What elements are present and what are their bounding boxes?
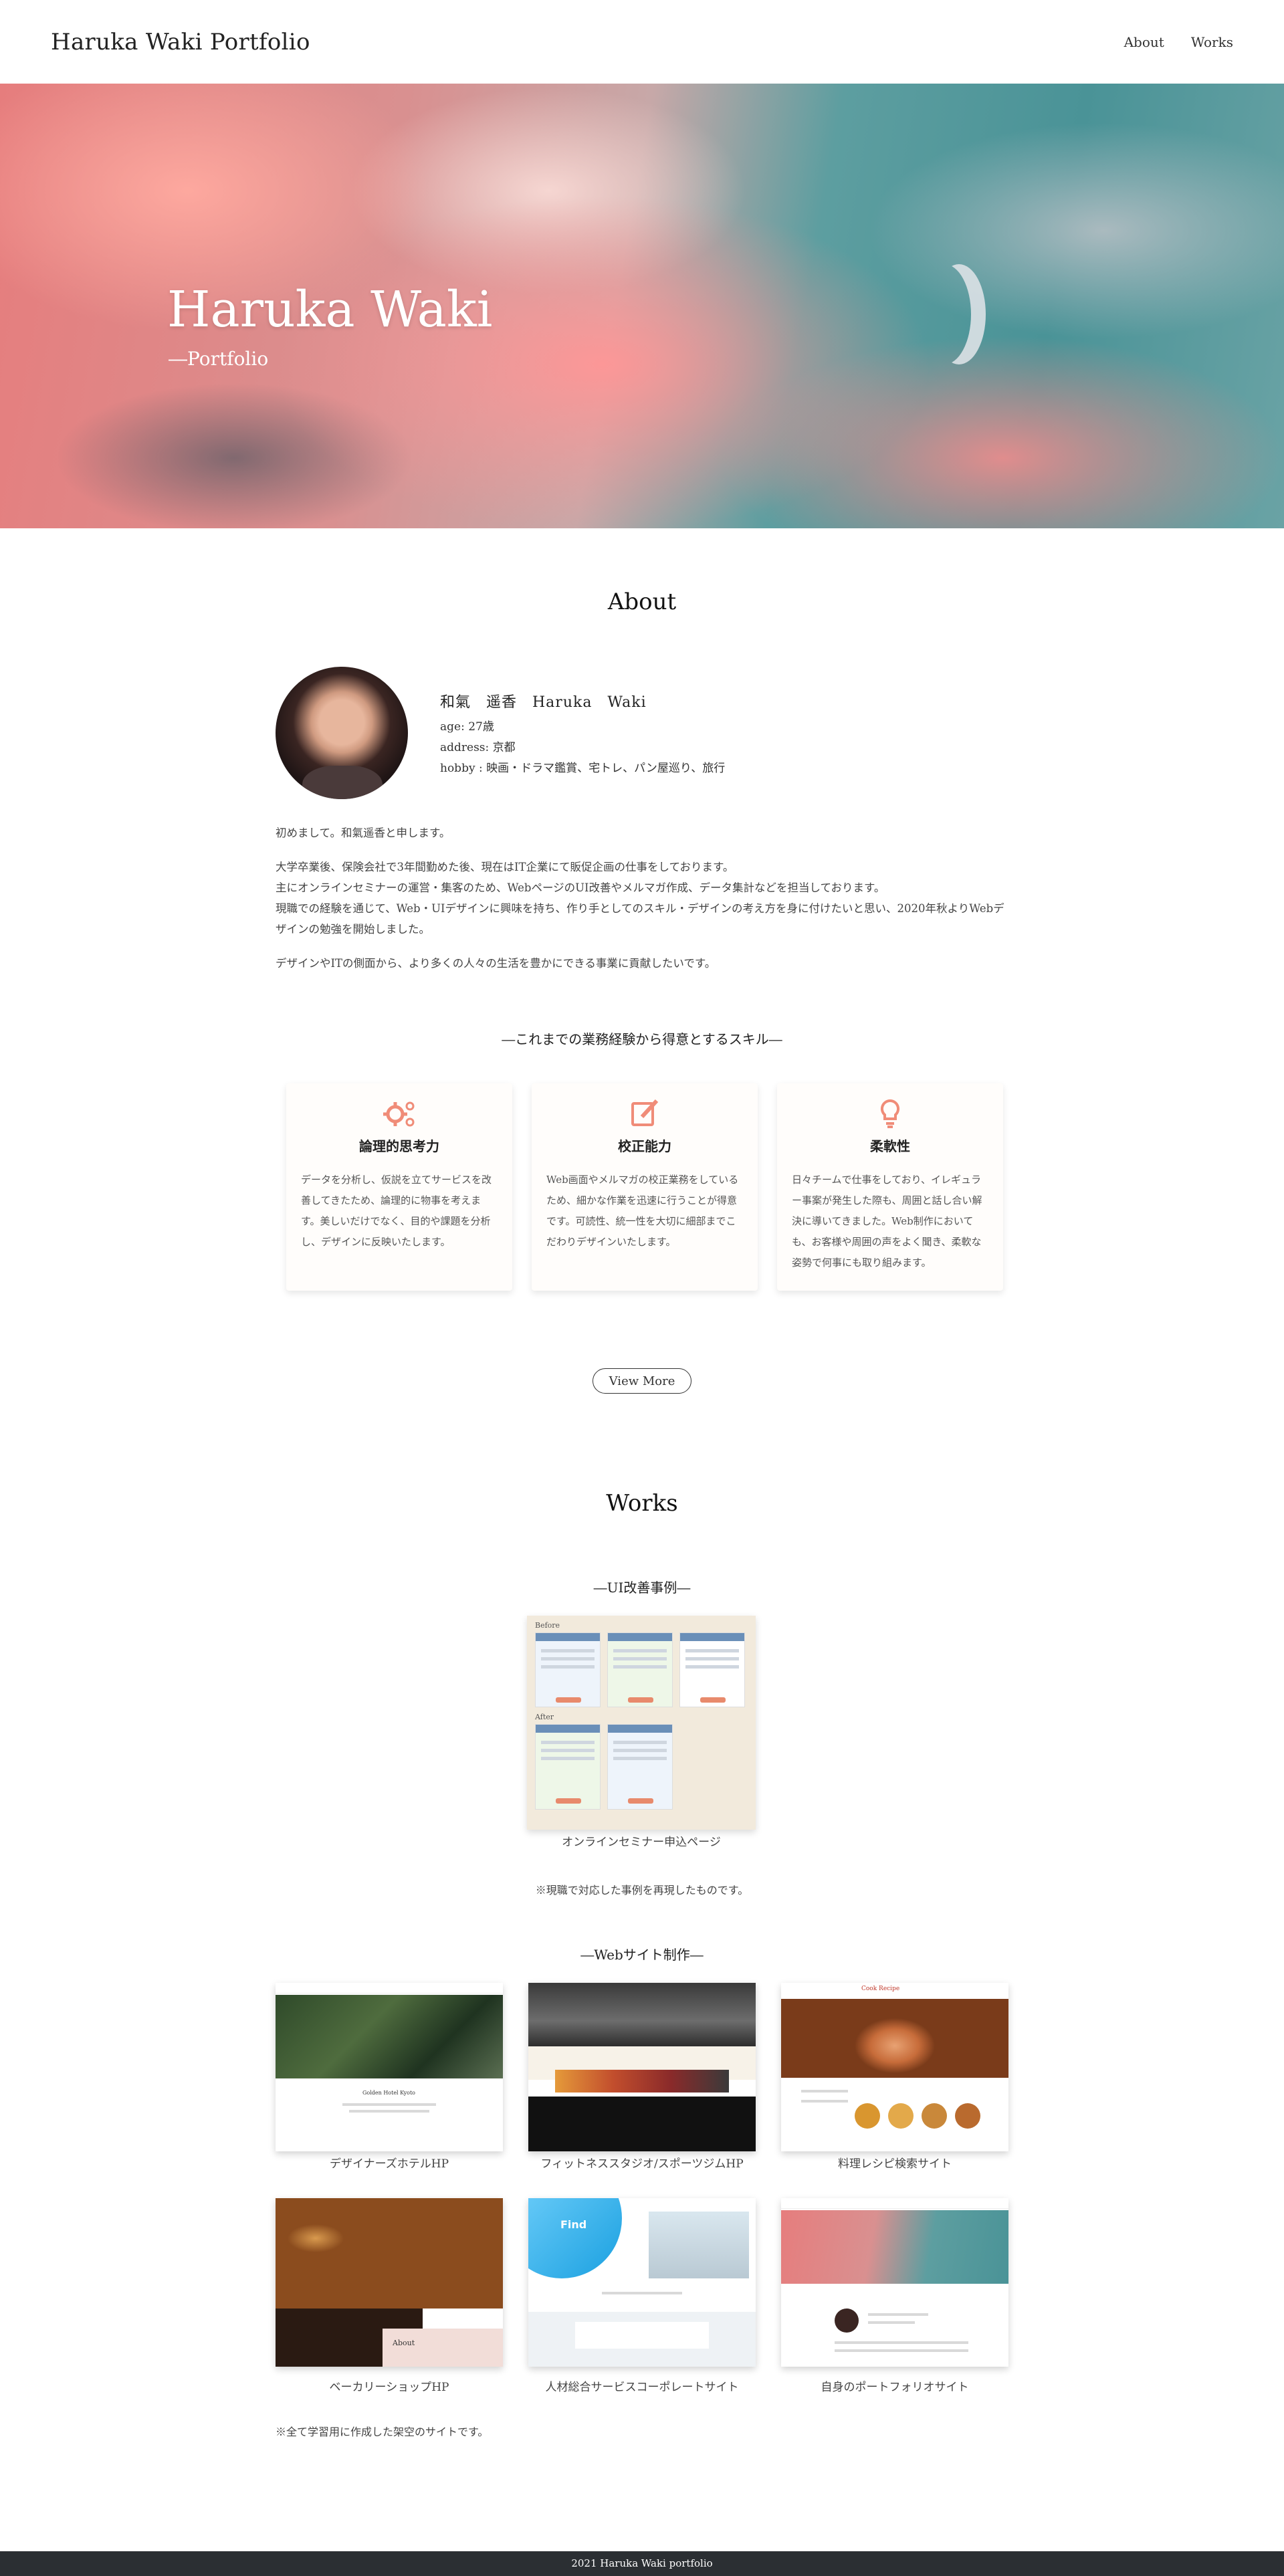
site-caption[interactable]: ベーカリーショップHP xyxy=(276,2377,503,2394)
skill-card-flexibility: 柔軟性 日々チームで仕事をしており、イレギュラー事案が発生した際も、周囲と話し合… xyxy=(777,1083,1003,1291)
site-caption[interactable]: フィットネススタジオ/スポーツジムHP xyxy=(528,2154,756,2171)
site-caption[interactable]: 人材総合サービスコーポレートサイト xyxy=(528,2377,756,2394)
profile-age: age: 27歳 xyxy=(440,720,494,734)
about-heading: About xyxy=(607,588,677,615)
ui-case-caption[interactable]: オンラインセミナー申込ページ xyxy=(527,1832,756,1849)
thumb-title: Cook Recipe xyxy=(861,1985,900,1992)
site-header: Haruka Waki Portfolio About Works xyxy=(0,0,1284,84)
skill-title: 論理的思考力 xyxy=(359,1138,439,1154)
skill-card-proofreading: 校正能力 Web画面やメルマガの校正業務をしているため、細かな作業を迅速に行うこ… xyxy=(532,1083,758,1291)
skill-title: 柔軟性 xyxy=(870,1138,910,1154)
intro-paragraph: 大学卒業後、保険会社で3年間勤めた後、現在はIT企業にて販促企画の仕事をしており… xyxy=(276,861,1004,936)
site-thumbnail-portfolio[interactable] xyxy=(781,2198,1008,2367)
skills-heading: ―これまでの業務経験から得意とするスキル― xyxy=(502,1031,782,1047)
lightbulb-icon xyxy=(880,1099,900,1128)
site-caption[interactable]: デザイナーズホテルHP xyxy=(276,2154,503,2171)
nav-works-link[interactable]: Works xyxy=(1191,34,1233,50)
thumb-title: Golden Hotel Kyoto xyxy=(362,2090,415,2096)
skill-title: 校正能力 xyxy=(618,1138,671,1154)
site-thumbnail-corporate[interactable]: Find xyxy=(528,2198,756,2367)
main-nav: About Works xyxy=(1124,34,1233,50)
intro-paragraph: デザインやITの側面から、より多くの人々の生活を豊かにできる事業に貢献したいです… xyxy=(276,957,716,970)
site-brand[interactable]: Haruka Waki Portfolio xyxy=(51,29,310,56)
site-footer: 2021 Haruka Waki portfolio xyxy=(0,2551,1284,2576)
web-note: ※全て学習用に作成した架空のサイトです。 xyxy=(276,2426,489,2438)
hero-title: Haruka Waki xyxy=(167,281,493,338)
view-more-button[interactable]: View More xyxy=(593,1368,691,1394)
web-production-heading: ―Webサイト制作― xyxy=(580,1947,704,1963)
skill-text: 日々チームで仕事をしており、イレギュラー事案が発生した際も、周囲と話し合い解決に… xyxy=(792,1174,982,1269)
ui-improvement-heading: ―UI改善事例― xyxy=(593,1580,691,1596)
thumb-title: About xyxy=(393,2339,415,2347)
site-thumbnail-fitness[interactable] xyxy=(528,1983,756,2151)
skill-card-logic: 論理的思考力 データを分析し、仮説を立てサービスを改善してきたため、論理的に物事… xyxy=(286,1083,512,1291)
thumb-title: Find xyxy=(560,2218,587,2231)
profile-hobby: hobby : 映画・ドラマ鑑賞、宅トレ、パン屋巡り、旅行 xyxy=(440,762,726,775)
works-heading: Works xyxy=(606,1490,678,1517)
before-label: Before xyxy=(535,1621,560,1630)
moon-graphic xyxy=(918,264,971,364)
hero-banner: Haruka Waki ―Portfolio xyxy=(0,84,1284,528)
ui-case-thumbnail[interactable]: Before After xyxy=(527,1616,756,1830)
site-caption[interactable]: 料理レシピ検索サイト xyxy=(781,2154,1008,2171)
site-thumbnail-recipe[interactable]: Cook Recipe xyxy=(781,1983,1008,2151)
intro-text: 初めまして。和氣遥香と申します。 大学卒業後、保険会社で3年間勤めた後、現在はI… xyxy=(276,823,1011,987)
profile-info: 和氣 遥香 Haruka Waki age: 27歳 address: 京都 h… xyxy=(440,690,725,779)
profile-address: address: 京都 xyxy=(440,741,516,754)
nav-about-link[interactable]: About xyxy=(1124,34,1164,50)
after-label: After xyxy=(535,1713,554,1721)
hero-subtitle: ―Portfolio xyxy=(169,348,269,370)
ui-note: ※現職で対応した事例を再現したものです。 xyxy=(535,1884,749,1897)
intro-paragraph: 初めまして。和氣遥香と申します。 xyxy=(276,827,451,839)
edit-icon xyxy=(631,1099,659,1126)
site-thumbnail-bakery[interactable]: About xyxy=(276,2198,503,2367)
skill-text: データを分析し、仮説を立てサービスを改善してきたため、論理的に物事を考えます。美… xyxy=(301,1174,492,1248)
avatar xyxy=(276,667,408,799)
gears-icon xyxy=(383,1101,415,1127)
profile-name: 和氣 遥香 Haruka Waki xyxy=(440,694,647,711)
skill-text: Web画面やメルマガの校正業務をしているため、細かな作業を迅速に行うことが得意で… xyxy=(546,1174,739,1248)
site-caption[interactable]: 自身のポートフォリオサイト xyxy=(781,2377,1008,2394)
site-thumbnail-hotel[interactable]: Golden Hotel Kyoto xyxy=(276,1983,503,2151)
